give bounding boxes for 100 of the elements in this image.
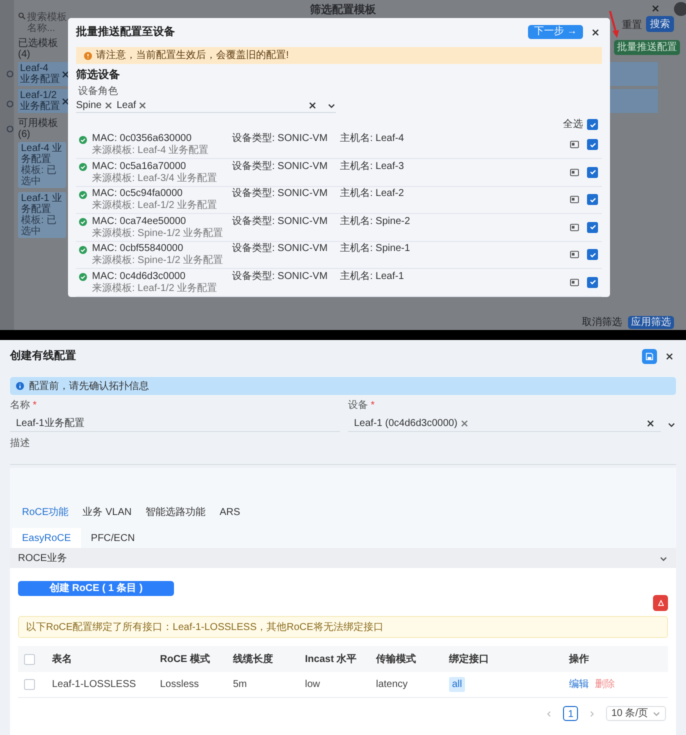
- arrow-icon: [609, 11, 621, 39]
- success-icon: [79, 246, 87, 254]
- checkbox[interactable]: [24, 679, 35, 690]
- host-text: 主机名: Leaf-3: [340, 160, 404, 173]
- create-button[interactable]: 创建 RoCE ( 1 条目 ): [18, 581, 174, 596]
- host-text: 主机名: Spine-1: [340, 243, 410, 256]
- tab[interactable]: 业务 VLAN: [82, 504, 132, 520]
- checkbox[interactable]: [587, 249, 598, 260]
- select-all-label: 全选: [563, 118, 583, 132]
- next-icon: [588, 710, 596, 718]
- reset-button[interactable]: 重置: [622, 18, 642, 33]
- close-icon: [651, 4, 660, 13]
- template-card[interactable]: Leaf-1 业务配置 模板: 已选中: [18, 192, 66, 238]
- mac-text: MAC: 0ca74ee50000: [92, 216, 187, 228]
- card-title: Leaf-1 业务配置: [21, 193, 63, 215]
- footer-button[interactable]: 应用筛选: [628, 316, 674, 329]
- checkmark-icon: [588, 168, 596, 176]
- source-text: 来源模板: Leaf-3/4 业务配置: [92, 172, 218, 184]
- save-icon: [645, 352, 654, 360]
- remove-icon: [61, 70, 70, 78]
- device-row[interactable]: MAC: 0c4d6d3c0000 设备类型: SONIC-VM 主机名: Leaf-1 来源模板: Leaf-1/2 业务配置: [76, 269, 602, 296]
- type-text: 设备类型: SONIC-VM: [232, 160, 329, 173]
- card-icon: [570, 222, 579, 232]
- column-header: 绑定接口: [449, 652, 489, 666]
- clear-icon: [646, 419, 655, 428]
- search-button[interactable]: 搜索: [646, 16, 674, 32]
- source-text: 来源模板: Leaf-4 业务配置: [92, 145, 209, 156]
- section-header[interactable]: ROCE业务: [10, 548, 676, 568]
- field-label: 名称 *: [10, 399, 37, 413]
- chip-label: Leaf-1/2 业务配置: [20, 90, 60, 112]
- chip-label: Leaf: [116, 98, 136, 112]
- tab[interactable]: RoCE功能: [22, 504, 69, 520]
- table-cell-text: 5m: [233, 678, 247, 692]
- subtab[interactable]: PFC/ECN: [80, 528, 145, 548]
- subtab[interactable]: EasyRoCE: [12, 528, 81, 548]
- chevron-down-icon: [652, 709, 661, 718]
- nav-icon: [6, 70, 14, 78]
- host-text: 主机名: Spine-2: [340, 216, 410, 228]
- chip-label: Spine: [76, 98, 102, 112]
- source-text: 来源模板: Leaf-1/2 业务配置: [92, 282, 218, 294]
- device-row[interactable]: MAC: 0c5a16a70000 设备类型: SONIC-VM 主机名: Leaf-3 来源模板: Leaf-3/4 业务配置: [76, 159, 602, 186]
- dialog-title: 创建有线配置: [10, 348, 77, 364]
- checkmark-icon: [588, 196, 596, 204]
- section-heading: 筛选设备: [76, 68, 120, 83]
- checkbox[interactable]: [587, 166, 598, 178]
- action-link[interactable]: 编辑: [569, 677, 589, 692]
- tab[interactable]: 智能选路功能: [146, 504, 206, 520]
- type-text: 设备类型: SONIC-VM: [232, 188, 329, 200]
- table-cell-text: Lossless: [160, 678, 199, 692]
- card-icon: [570, 168, 579, 177]
- checkbox[interactable]: [587, 119, 598, 130]
- save-button[interactable]: [642, 348, 657, 364]
- checkbox[interactable]: [587, 276, 598, 288]
- device-row[interactable]: MAC: 0cbf55840000 设备类型: SONIC-VM 主机名: Spine-1 来源模板: Spine-1/2 业务配置: [76, 242, 602, 269]
- device-row[interactable]: MAC: 0c0356a630000 设备类型: SONIC-VM 主机名: Leaf-4 来源模板: Leaf-4 业务配置: [76, 132, 602, 159]
- info-text: 配置前，请先确认拓扑信息: [29, 380, 149, 394]
- card-icon: [570, 140, 579, 150]
- avatar[interactable]: [674, 2, 686, 16]
- card-icon: [570, 250, 579, 260]
- dialog-title: 批量推送配置至设备: [76, 24, 176, 40]
- remove-icon: [104, 100, 113, 110]
- notice-text: 以下RoCE配置绑定了所有接口：Leaf-1-LOSSLESS，其他RoCE将无法绑定接口: [26, 620, 384, 634]
- success-icon: [79, 136, 87, 144]
- table-cell-text: Leaf-1-LOSSLESS: [52, 678, 136, 692]
- name-field[interactable]: Leaf-1业务配置: [10, 416, 340, 432]
- template-card[interactable]: Leaf-4 业务配置 模板: 已选中: [18, 142, 66, 188]
- column-header: 传输模式: [376, 652, 416, 666]
- warning-text: 请注意，当前配置生效后，会覆盖旧的配置!: [96, 48, 289, 63]
- chip-label: Leaf-1 (0c4d6d3c0000): [354, 417, 458, 431]
- page-button[interactable]: 1: [563, 706, 578, 721]
- search-icon: [18, 12, 26, 20]
- warning-icon: [84, 52, 92, 60]
- device-row[interactable]: MAC: 0ca74ee50000 设备类型: SONIC-VM 主机名: Spine-2 来源模板: Spine-1/2 业务配置: [76, 214, 602, 242]
- checkbox[interactable]: [587, 139, 598, 150]
- column-header: 操作: [569, 652, 589, 666]
- chip-label: Leaf-4 业务配置: [20, 63, 60, 85]
- footer-button[interactable]: 取消筛选: [582, 316, 622, 329]
- close-icon: [591, 28, 600, 36]
- success-icon: [79, 218, 87, 226]
- push-button[interactable]: 批量推送配置: [614, 40, 680, 55]
- checkbox[interactable]: [24, 654, 35, 664]
- role-select[interactable]: Spine Leaf: [76, 98, 336, 112]
- checkbox[interactable]: [587, 222, 598, 233]
- remove-icon: [61, 96, 70, 106]
- clear-button[interactable]: [653, 595, 668, 611]
- column-header: 线缆长度: [233, 652, 273, 666]
- interface-tag: all: [449, 677, 466, 692]
- field-label: 设备角色: [78, 84, 118, 98]
- close-icon: [665, 352, 674, 360]
- checkmark-icon: [588, 120, 596, 128]
- source-text: 来源模板: Spine-1/2 业务配置: [92, 228, 224, 239]
- checkbox[interactable]: [587, 194, 598, 206]
- section-heading: 已选模板 (4): [18, 38, 59, 60]
- source-text: 来源模板: Spine-1/2 业务配置: [92, 255, 224, 266]
- device-select[interactable]: Leaf-1 (0c4d6d3c0000): [348, 416, 661, 432]
- page-size-select[interactable]: 10 条/页: [606, 706, 666, 721]
- type-text: 设备类型: SONIC-VM: [232, 243, 329, 256]
- host-text: 主机名: Leaf-4: [340, 133, 404, 146]
- device-row[interactable]: MAC: 0c5c94fa0000 设备类型: SONIC-VM 主机名: Leaf-2 来源模板: Leaf-1/2 业务配置: [76, 186, 602, 214]
- tab[interactable]: ARS: [220, 504, 240, 520]
